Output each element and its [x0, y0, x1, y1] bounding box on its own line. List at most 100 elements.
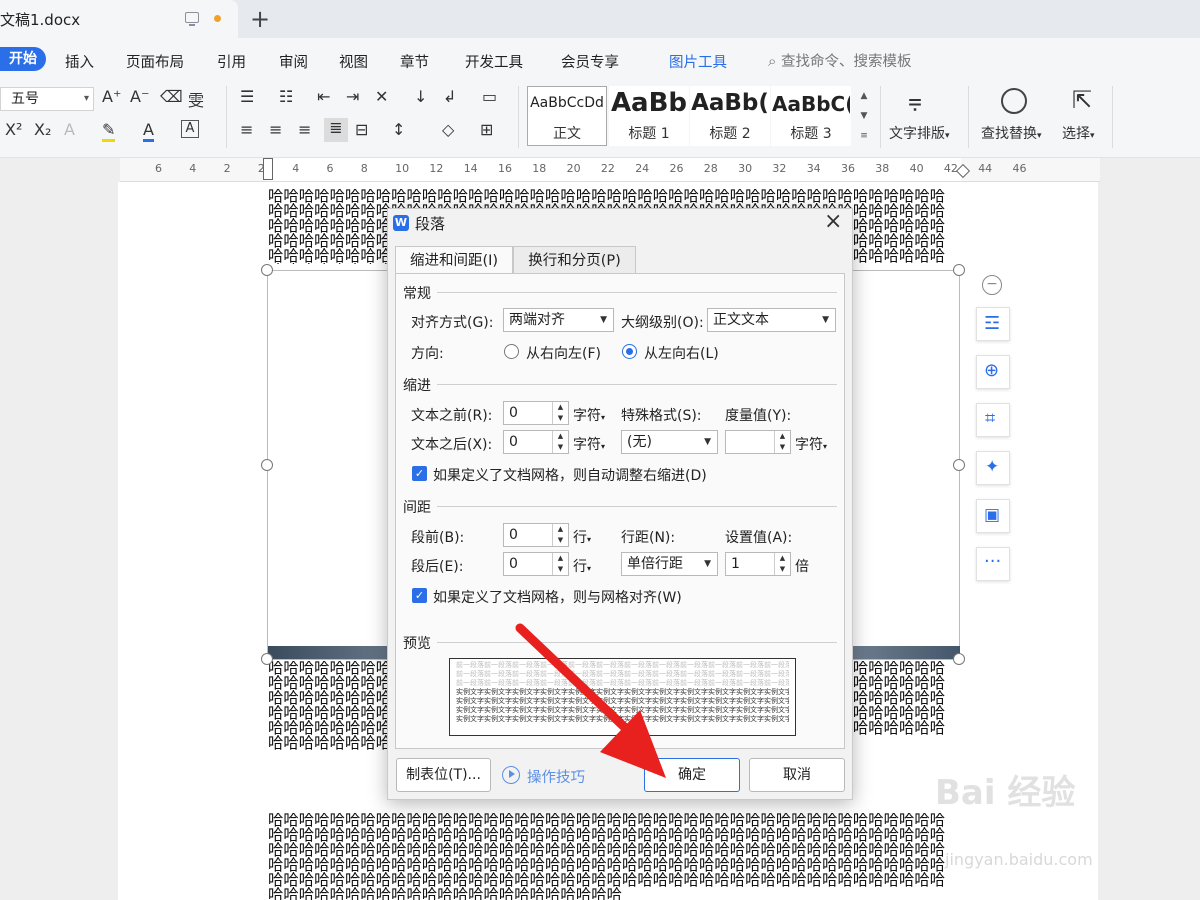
rtl-radio[interactable]	[504, 344, 519, 359]
snap-grid-checkbox[interactable]: ✓	[412, 588, 427, 603]
superscript-icon[interactable]: X²	[5, 120, 22, 139]
resize-handle[interactable]	[261, 264, 273, 276]
resize-handle[interactable]	[261, 653, 273, 665]
select-label[interactable]: 选择▾	[1062, 123, 1095, 143]
text-effect-icon[interactable]: A	[64, 120, 75, 139]
style-heading-2[interactable]: AaBb( 标题 2	[690, 86, 770, 146]
auto-adjust-checkbox[interactable]: ✓	[412, 466, 427, 481]
space-before-input[interactable]: 0 ▲ ▼	[503, 523, 569, 547]
borders-icon[interactable]: ⊞	[480, 120, 493, 139]
outline-select[interactable]: 正文文本 ▼	[707, 308, 836, 332]
sort-icon[interactable]: ↓	[414, 87, 427, 106]
spinner-arrows-icon[interactable]: ▲ ▼	[552, 553, 568, 575]
show-marks-icon[interactable]: ↲	[443, 87, 456, 106]
decrease-indent-icon[interactable]: ⇤	[317, 87, 330, 106]
menu-picture-tools[interactable]: 图片工具	[669, 51, 727, 72]
more-button[interactable]: ···	[976, 547, 1010, 581]
ok-button[interactable]: 确定	[644, 758, 740, 792]
tab-stops-button[interactable]: 制表位(T)...	[396, 758, 491, 792]
distributed-icon[interactable]: ⊟	[355, 120, 368, 139]
numbered-list-icon[interactable]: ☷	[279, 87, 293, 106]
shading-icon[interactable]: ◇	[442, 120, 454, 139]
ruler-icon[interactable]: ▭	[482, 87, 497, 106]
space-before-unit[interactable]: 行▾	[573, 527, 591, 547]
line-spacing-select[interactable]: 单倍行距 ▼	[621, 552, 718, 576]
space-after-input[interactable]: 0 ▲ ▼	[503, 552, 569, 576]
tab-indent-spacing[interactable]: 缩进和间距(I)	[395, 246, 513, 274]
eraser-icon[interactable]: ⌫	[160, 87, 183, 106]
spinner-arrows-icon[interactable]: ▲ ▼	[774, 553, 790, 575]
menu-developer[interactable]: 开发工具	[465, 51, 523, 72]
crop-button[interactable]: ⌗	[976, 403, 1010, 437]
close-icon[interactable]: ×	[824, 209, 842, 234]
collapse-minus-icon[interactable]: −	[982, 275, 1002, 295]
space-after-unit[interactable]: 行▾	[573, 556, 591, 576]
play-tips-icon[interactable]	[502, 766, 520, 784]
measure-unit[interactable]: 字符▾	[795, 434, 827, 454]
char-border-icon[interactable]: A	[181, 120, 199, 138]
rtl-label[interactable]: 从右向左(F)	[526, 343, 601, 363]
align-center-icon[interactable]: ≡	[269, 120, 282, 139]
spinner-arrows-icon[interactable]: ▲ ▼	[552, 524, 568, 546]
menu-review[interactable]: 审阅	[279, 51, 308, 72]
spinner-arrows-icon[interactable]: ▲ ▼	[774, 431, 790, 453]
indent-before-input[interactable]: 0 ▲ ▼	[503, 401, 569, 425]
menu-start[interactable]: 开始	[0, 47, 46, 71]
resize-handle[interactable]	[953, 264, 965, 276]
styles-scroll-icon[interactable]: ▲ ▼ ≡	[855, 86, 873, 146]
setting-value-input[interactable]: 1 ▲ ▼	[725, 552, 791, 576]
snap-grid-label[interactable]: 如果定义了文档网格，则与网格对齐(W)	[433, 587, 682, 607]
justify-icon[interactable]: ≣	[324, 118, 348, 142]
phonetic-guide-icon[interactable]: 雯	[188, 87, 204, 111]
wrap-text-button[interactable]: ☲	[976, 307, 1010, 341]
font-size-select[interactable]: 五号 ▾	[0, 87, 94, 111]
auto-adjust-label[interactable]: 如果定义了文档网格，则自动调整右缩进(D)	[433, 465, 707, 485]
ltr-radio[interactable]	[622, 344, 637, 359]
resize-handle[interactable]	[953, 653, 965, 665]
find-replace-label[interactable]: 查找替换▾	[981, 123, 1042, 143]
ltr-label[interactable]: 从左向右(L)	[644, 343, 719, 363]
menu-view[interactable]: 视图	[339, 51, 368, 72]
spinner-arrows-icon[interactable]: ▲ ▼	[552, 402, 568, 424]
indent-before-unit[interactable]: 字符▾	[573, 405, 605, 425]
resize-handle[interactable]	[261, 459, 273, 471]
style-heading-1[interactable]: AaBb 标题 1	[609, 86, 689, 146]
monitor-icon[interactable]	[185, 12, 199, 26]
special-format-select[interactable]: (无) ▼	[621, 430, 718, 454]
cursor-select-icon[interactable]: ⇱	[1072, 86, 1092, 114]
tips-link[interactable]: 操作技巧	[527, 766, 585, 787]
smart-button[interactable]: ✦	[976, 451, 1010, 485]
menu-section[interactable]: 章节	[400, 51, 429, 72]
tab-line-page-breaks[interactable]: 换行和分页(P)	[513, 246, 636, 274]
chinese-layout-icon[interactable]: ✕	[375, 87, 388, 106]
line-spacing-icon[interactable]: ↕	[392, 120, 405, 139]
new-tab-plus-icon[interactable]: +	[250, 5, 270, 33]
menu-insert[interactable]: 插入	[65, 51, 94, 72]
cancel-button[interactable]: 取消	[749, 758, 845, 792]
text-layout-label[interactable]: 文字排版▾	[889, 123, 950, 143]
find-replace-icon[interactable]	[1001, 88, 1027, 114]
shrink-font-icon[interactable]: A⁻	[130, 87, 149, 106]
increase-indent-icon[interactable]: ⇥	[346, 87, 359, 106]
menu-page-layout[interactable]: 页面布局	[126, 51, 184, 72]
menu-references[interactable]: 引用	[217, 51, 246, 72]
spinner-arrows-icon[interactable]: ▲ ▼	[552, 431, 568, 453]
align-left-icon[interactable]: ≡	[240, 120, 253, 139]
highlight-icon[interactable]: ✎	[102, 120, 116, 142]
align-select[interactable]: 两端对齐 ▼	[503, 308, 614, 332]
command-search[interactable]: ⌕ 查找命令、搜索模板	[768, 50, 912, 71]
convert-button[interactable]: ▣	[976, 499, 1010, 533]
bullet-list-icon[interactable]: ☰	[240, 87, 254, 106]
menu-member[interactable]: 会员专享	[561, 51, 619, 72]
measure-input[interactable]: ▲ ▼	[725, 430, 791, 454]
style-heading-3[interactable]: AaBbC( 标题 3	[771, 86, 851, 146]
resize-handle[interactable]	[953, 459, 965, 471]
style-normal[interactable]: AaBbCcDd 正文	[527, 86, 607, 146]
align-right-icon[interactable]: ≡	[298, 120, 311, 139]
font-color-icon[interactable]: A	[143, 120, 154, 142]
subscript-icon[interactable]: X₂	[34, 120, 51, 139]
zoom-image-button[interactable]: ⊕	[976, 355, 1010, 389]
grow-font-icon[interactable]: A⁺	[102, 87, 121, 106]
indent-after-input[interactable]: 0 ▲ ▼	[503, 430, 569, 454]
text-layout-icon[interactable]: ⩦	[908, 86, 922, 114]
